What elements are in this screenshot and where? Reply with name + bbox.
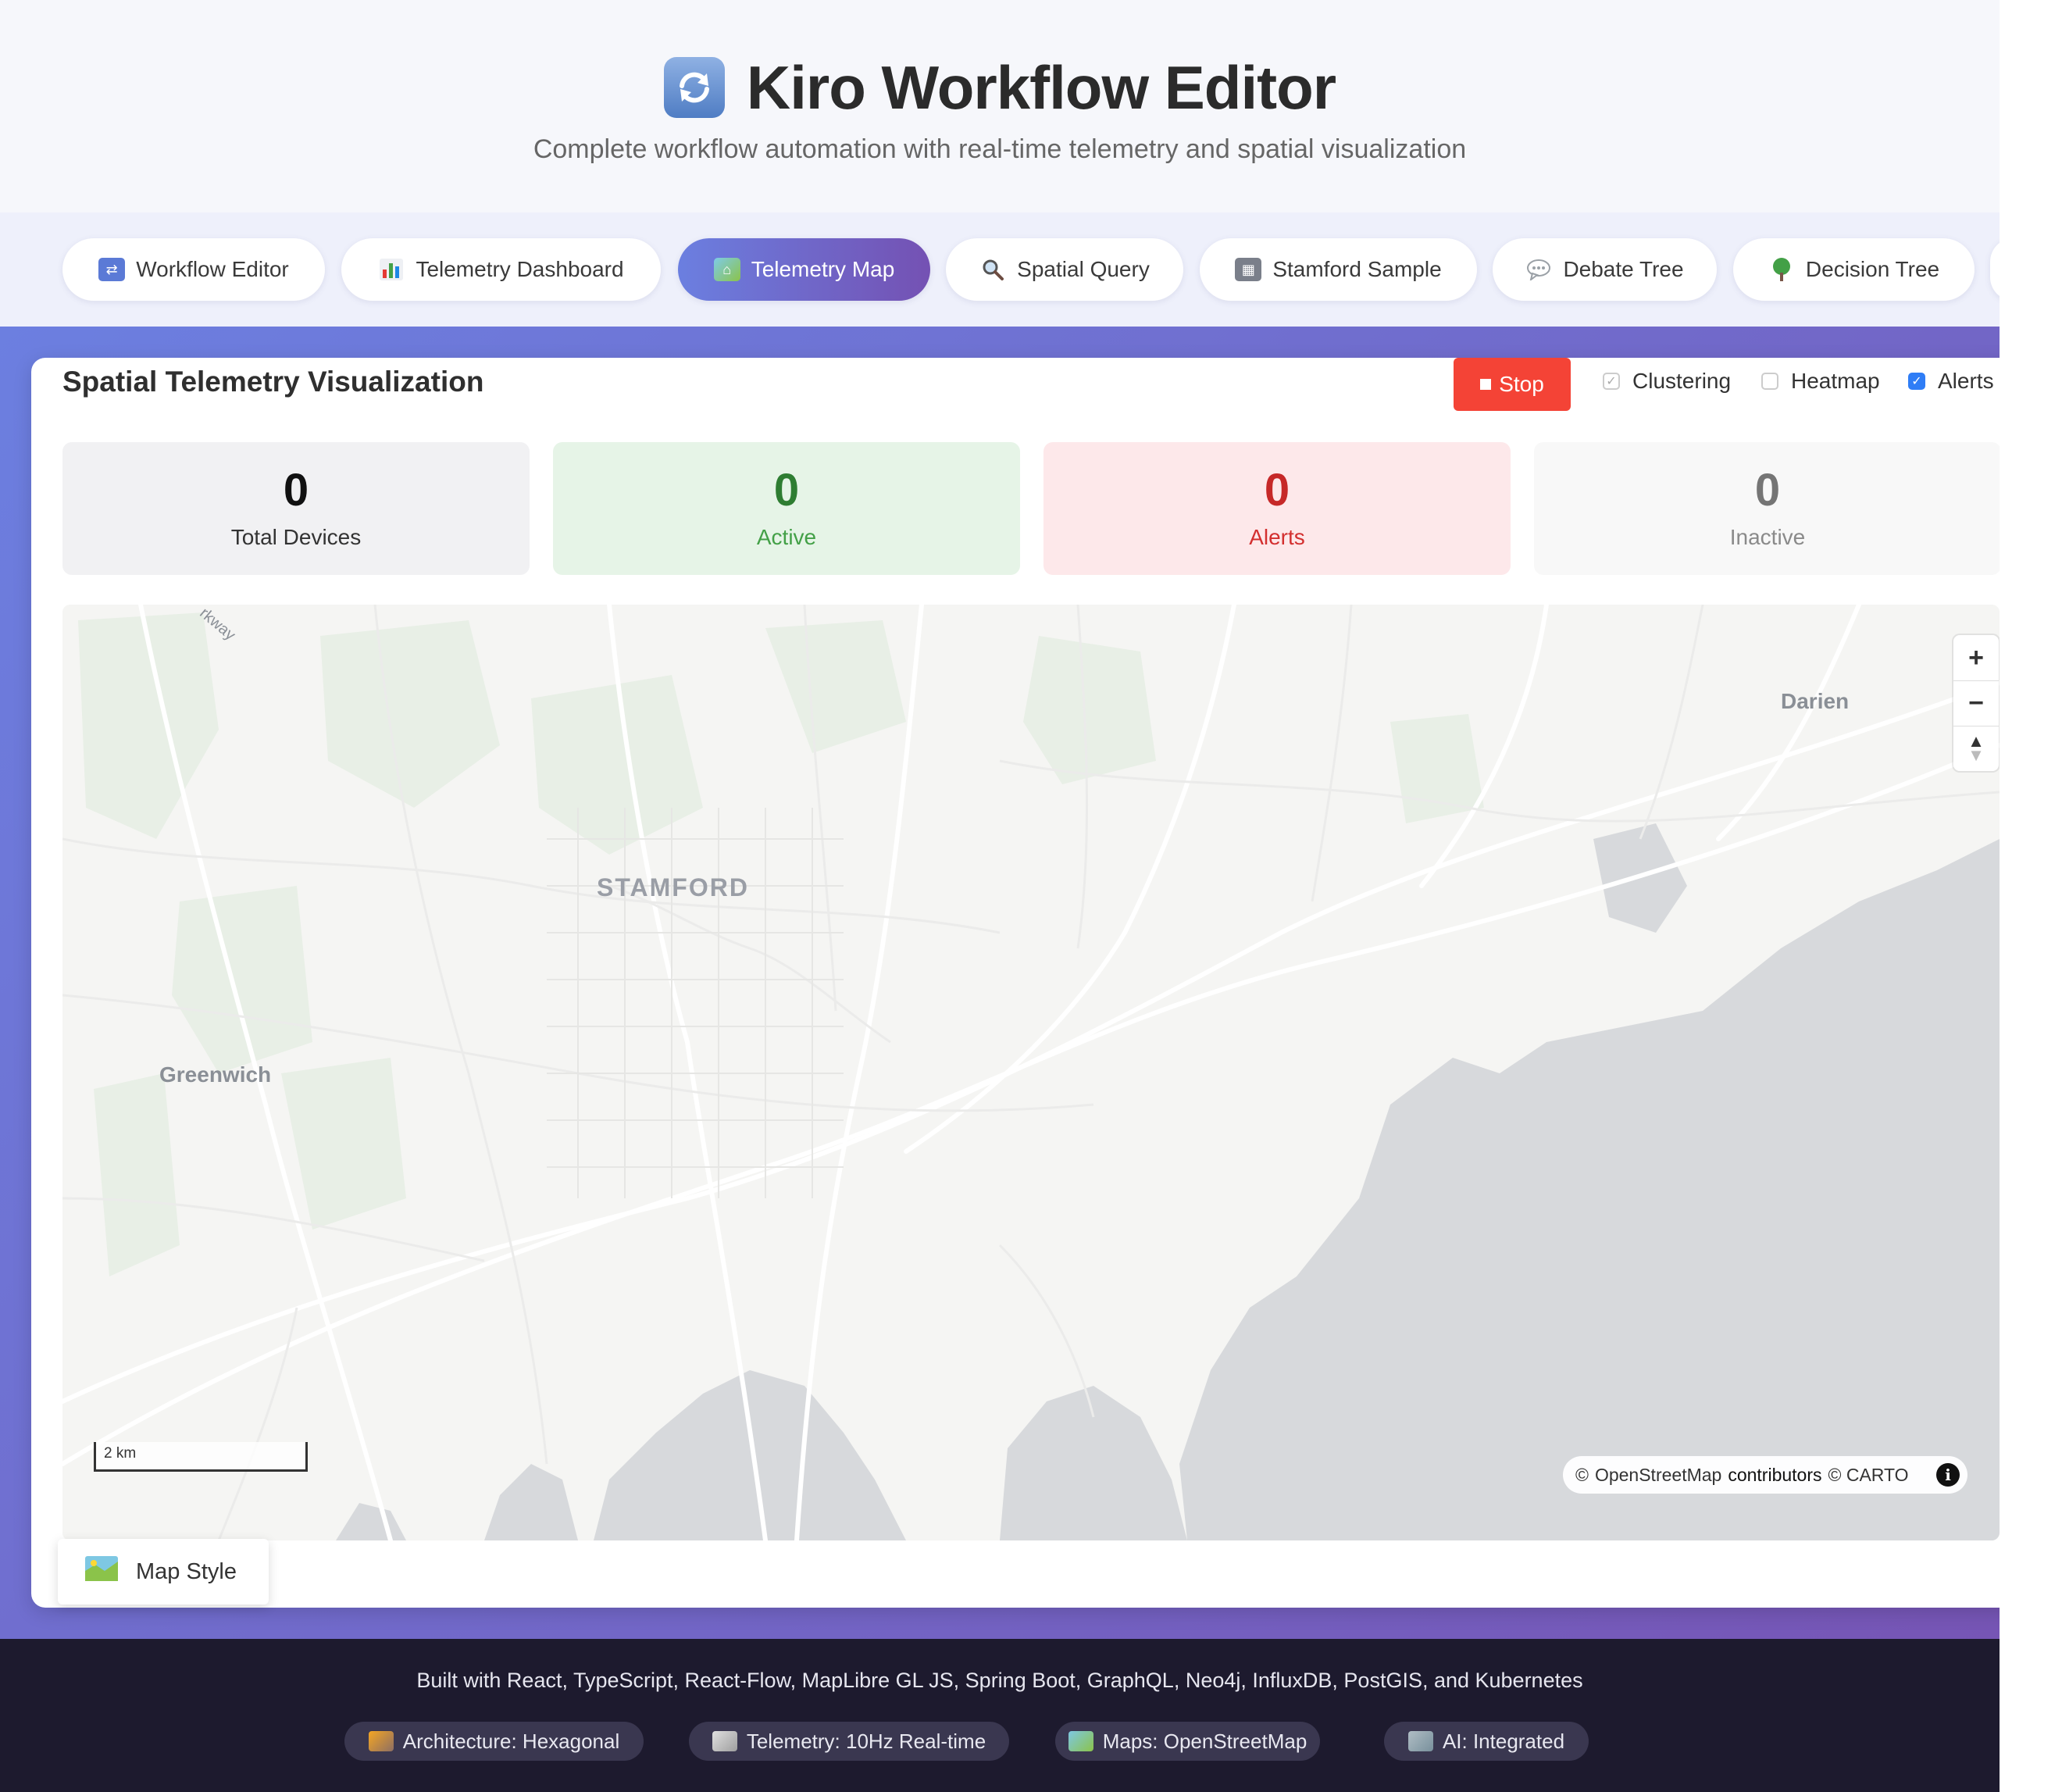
stat-value: 0 <box>1754 465 1781 516</box>
panel-title: Spatial Telemetry Visualization <box>62 366 484 398</box>
map-attribution: © OpenStreetMap contributors © CARTO i <box>1563 1456 1967 1494</box>
badge-architecture: Architecture: Hexagonal <box>344 1722 644 1761</box>
tab-debate-tree[interactable]: Debate Tree <box>1493 238 1717 301</box>
stop-icon <box>1480 379 1492 390</box>
stat-value: 0 <box>1264 465 1290 516</box>
speech-bubble-icon <box>1525 258 1552 281</box>
office-building-icon: ▦ <box>1235 258 1262 281</box>
zoom-in-button[interactable]: + <box>1953 635 1999 680</box>
alerts-checkbox[interactable]: ✓ <box>1908 373 1925 390</box>
stat-value: 0 <box>283 465 309 516</box>
tab-decision-tree[interactable]: Decision Tree <box>1733 238 1975 301</box>
heatmap-checkbox[interactable] <box>1761 373 1778 390</box>
satellite-dish-icon <box>712 1731 737 1751</box>
app-title: Kiro Workflow Editor <box>746 52 1336 122</box>
badge-label: AI: Integrated <box>1442 1729 1565 1753</box>
map-icon: ⌂ <box>713 258 740 281</box>
stat-label: Alerts <box>1249 525 1305 549</box>
tab-label: Telemetry Dashboard <box>416 257 624 281</box>
badge-ai: AI: Integrated <box>1384 1722 1589 1761</box>
map-icon <box>84 1555 119 1588</box>
stat-label: Inactive <box>1729 525 1806 549</box>
stop-button[interactable]: Stop <box>1454 358 1571 411</box>
clustering-checkbox[interactable]: ✓ <box>1603 373 1620 390</box>
page-footer: Built with React, TypeScript, React-Flow… <box>0 1639 2000 1792</box>
attribution-contributors: contributors <box>1728 1464 1822 1485</box>
tab-label: Workflow Editor <box>136 257 289 281</box>
stat-value: 0 <box>773 465 800 516</box>
map-style-label: Map Style <box>136 1558 237 1584</box>
map-label-greenwich: Greenwich <box>159 1062 272 1087</box>
tab-label: Stamford Sample <box>1272 257 1442 281</box>
robot-icon <box>1407 1731 1433 1751</box>
refresh-arrows-icon <box>663 57 725 118</box>
tab-label: Decision Tree <box>1805 257 1940 281</box>
tab-label: Telemetry Map <box>751 257 895 281</box>
tab-stamford-sample[interactable]: ▦ Stamford Sample <box>1200 238 1477 301</box>
tab-telemetry-map[interactable]: ⌂ Telemetry Map <box>678 238 930 301</box>
map-label-stamford: STAMFORD <box>597 873 749 901</box>
attribution-copyright: © <box>1575 1464 1589 1485</box>
title-row: Kiro Workflow Editor <box>0 48 2000 127</box>
compass-south-icon: ▼ <box>1967 745 1985 765</box>
footer-tech-stack: Built with React, TypeScript, React-Flow… <box>416 1669 1583 1692</box>
tab-telemetry-dashboard[interactable]: Telemetry Dashboard <box>341 238 661 301</box>
badge-label: Architecture: Hexagonal <box>402 1729 620 1753</box>
bar-chart-icon <box>378 258 405 281</box>
info-icon[interactable]: i <box>1936 1463 1960 1487</box>
spatial-telemetry-panel: Spatial Telemetry Visualization Stop ✓ C… <box>31 358 2031 1608</box>
tree-icon <box>1768 258 1795 281</box>
tab-bar: ⇄ Workflow Editor Telemetry Dashboard ⌂ … <box>0 212 2037 327</box>
magnifier-icon <box>979 258 1006 281</box>
map-style-button[interactable]: Map Style <box>58 1539 269 1605</box>
map-tiles <box>62 605 2000 1540</box>
shuffle-icon: ⇄ <box>98 258 126 281</box>
stat-label: Total Devices <box>230 525 362 549</box>
stat-inactive: 0 Inactive <box>1534 442 2001 575</box>
stat-total-devices: 0 Total Devices <box>62 442 530 575</box>
map-scale-bar: 2 km <box>94 1442 308 1472</box>
badge-label: Maps: OpenStreetMap <box>1102 1729 1307 1753</box>
tab-label: Debate Tree <box>1563 257 1684 281</box>
tab-workflow-editor[interactable]: ⇄ Workflow Editor <box>62 238 325 301</box>
badge-telemetry: Telemetry: 10Hz Real-time <box>689 1722 1009 1761</box>
content-stage: Spatial Telemetry Visualization Stop ✓ C… <box>0 327 2031 1639</box>
heatmap-label: Heatmap <box>1791 369 1880 393</box>
telemetry-map[interactable]: STAMFORD Darien Greenwich rkway + − ▲ ▼ … <box>62 605 2000 1540</box>
alerts-label: Alerts <box>1938 369 1994 393</box>
alerts-toggle[interactable]: ✓ Alerts <box>1908 369 1994 394</box>
app-root: Kiro Workflow Editor Complete workflow a… <box>0 0 2037 1792</box>
map-zoom-control: + − ▲ ▼ <box>1953 635 1999 771</box>
tab-spatial-query[interactable]: Spatial Query <box>946 238 1183 301</box>
osm-link[interactable]: OpenStreetMap <box>1595 1465 1721 1486</box>
stat-alerts: 0 Alerts <box>1043 442 1511 575</box>
stop-label: Stop <box>1499 372 1544 396</box>
stat-label: Active <box>756 525 817 549</box>
map-icon <box>1068 1731 1093 1751</box>
stat-active: 0 Active <box>553 442 1020 575</box>
attribution-carto[interactable]: © CARTO <box>1828 1465 1909 1486</box>
heatmap-toggle[interactable]: Heatmap <box>1761 369 1880 394</box>
clustering-toggle[interactable]: ✓ Clustering <box>1603 369 1731 394</box>
clustering-label: Clustering <box>1632 369 1732 393</box>
map-label-darien: Darien <box>1781 689 1850 713</box>
zoom-out-button[interactable]: − <box>1953 680 1999 726</box>
badge-maps: Maps: OpenStreetMap <box>1055 1722 1320 1761</box>
window-edge <box>2000 0 2062 1792</box>
badge-label: Telemetry: 10Hz Real-time <box>746 1729 986 1753</box>
compass-button[interactable]: ▲ ▼ <box>1953 726 1999 771</box>
page-header: Kiro Workflow Editor Complete workflow a… <box>0 0 2000 212</box>
app-subtitle: Complete workflow automation with real-t… <box>533 134 1467 164</box>
construction-crane-icon <box>368 1731 394 1751</box>
tab-label: Spatial Query <box>1017 257 1150 281</box>
